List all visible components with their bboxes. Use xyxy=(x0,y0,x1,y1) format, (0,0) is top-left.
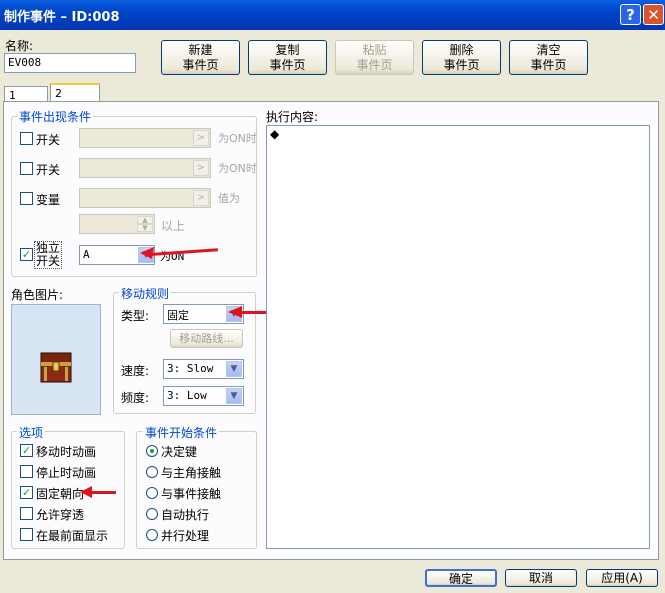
cancel-button[interactable]: 取消 xyxy=(505,569,577,587)
window-title: 制作事件 – ID:008 xyxy=(4,10,120,25)
tab-page-1[interactable]: 1 xyxy=(4,86,48,102)
option-through-label: 允许穿透 xyxy=(36,508,85,522)
move-route-button[interactable]: 移动路线... xyxy=(170,329,243,348)
trigger-event-touch-label: 与事件接触 xyxy=(161,487,222,501)
variable-dropdown-icon[interactable]: > xyxy=(193,190,209,206)
trigger-player-touch-radio[interactable] xyxy=(146,466,158,478)
new-page-button[interactable]: 新建 事件页 xyxy=(161,40,240,75)
apply-button[interactable]: 应用(A) xyxy=(586,569,658,587)
trigger-event-touch-radio[interactable] xyxy=(146,487,158,499)
trigger-parallel-radio[interactable] xyxy=(146,529,158,541)
trigger-parallel-label: 并行处理 xyxy=(161,529,210,543)
self-switch-label-line2: 开关 xyxy=(36,254,61,268)
option-walk-anim-label: 移动时动画 xyxy=(36,445,97,459)
graphic-label: 角色图片: xyxy=(11,288,64,302)
switch2-dropdown-icon[interactable]: > xyxy=(193,160,209,176)
tab-page-2[interactable]: 2 xyxy=(50,83,100,102)
frequency-label: 频度: xyxy=(121,391,150,405)
variable-combo[interactable] xyxy=(79,188,211,208)
option-direction-fix-label: 固定朝向 xyxy=(36,487,85,501)
ok-button[interactable]: 确定 xyxy=(425,569,497,587)
switch2-suffix: 为ON时 xyxy=(218,162,257,175)
option-through-checkbox[interactable] xyxy=(20,507,33,520)
switch2-combo[interactable] xyxy=(79,158,211,178)
options-title: 选项 xyxy=(17,424,46,441)
trigger-title: 事件开始条件 xyxy=(143,424,220,441)
annotation-arrowhead-icon xyxy=(228,306,242,318)
trigger-action-label: 决定键 xyxy=(161,445,198,459)
speed-dropdown-icon[interactable]: ▼ xyxy=(226,361,242,377)
speed-label: 速度: xyxy=(121,364,150,378)
trigger-action-radio[interactable] xyxy=(146,445,158,457)
trigger-player-touch-label: 与主角接触 xyxy=(161,466,222,480)
treasure-chest-icon xyxy=(40,352,72,383)
commands-label: 执行内容: xyxy=(266,110,319,124)
help-button[interactable]: ? xyxy=(620,4,641,25)
close-button[interactable]: ✕ xyxy=(643,4,664,25)
copy-page-button[interactable]: 复制 事件页 xyxy=(248,40,327,75)
annotation-arrowhead-icon xyxy=(140,247,154,259)
frequency-dropdown-icon[interactable]: ▼ xyxy=(226,388,242,404)
paste-page-button[interactable]: 粘贴 事件页 xyxy=(335,40,414,75)
spinner-up-icon[interactable]: ▲ xyxy=(137,216,153,224)
annotation-arrowhead-icon xyxy=(80,486,92,498)
name-label: 名称: xyxy=(5,39,34,53)
switch1-suffix: 为ON时 xyxy=(218,132,257,145)
switch1-label: 开关 xyxy=(36,133,61,147)
switch2-label: 开关 xyxy=(36,163,61,177)
variable-suffix: 值为 xyxy=(218,192,240,205)
option-step-anim-label: 停止时动画 xyxy=(36,466,97,480)
conditions-title: 事件出现条件 xyxy=(17,108,94,125)
switch2-checkbox[interactable] xyxy=(20,162,33,175)
commands-list[interactable] xyxy=(266,125,650,549)
type-label: 类型: xyxy=(121,309,150,323)
option-always-top-checkbox[interactable] xyxy=(20,528,33,541)
spinner-down-icon[interactable]: ▼ xyxy=(137,224,153,232)
name-input[interactable]: EV008 xyxy=(4,53,136,73)
variable-label: 变量 xyxy=(36,193,61,207)
self-switch-label: 独立 开关 xyxy=(34,241,63,269)
variable-above-label: 以上 xyxy=(161,219,186,233)
switch1-dropdown-icon[interactable]: > xyxy=(193,130,209,146)
option-always-top-label: 在最前面显示 xyxy=(36,529,109,543)
switch1-checkbox[interactable] xyxy=(20,132,33,145)
movement-title: 移动规则 xyxy=(119,285,172,302)
switch1-combo[interactable] xyxy=(79,128,211,148)
variable-checkbox[interactable] xyxy=(20,192,33,205)
self-switch-checkbox[interactable]: ✓ xyxy=(20,248,33,261)
option-step-anim-checkbox[interactable] xyxy=(20,465,33,478)
delete-page-button[interactable]: 删除 事件页 xyxy=(422,40,501,75)
clear-page-button[interactable]: 清空 事件页 xyxy=(509,40,588,75)
trigger-autorun-radio[interactable] xyxy=(146,508,158,520)
option-walk-anim-checkbox[interactable]: ✓ xyxy=(20,444,33,457)
command-line[interactable]: ◆ xyxy=(270,127,279,141)
option-direction-fix-checkbox[interactable]: ✓ xyxy=(20,486,33,499)
trigger-autorun-label: 自动执行 xyxy=(161,508,210,522)
